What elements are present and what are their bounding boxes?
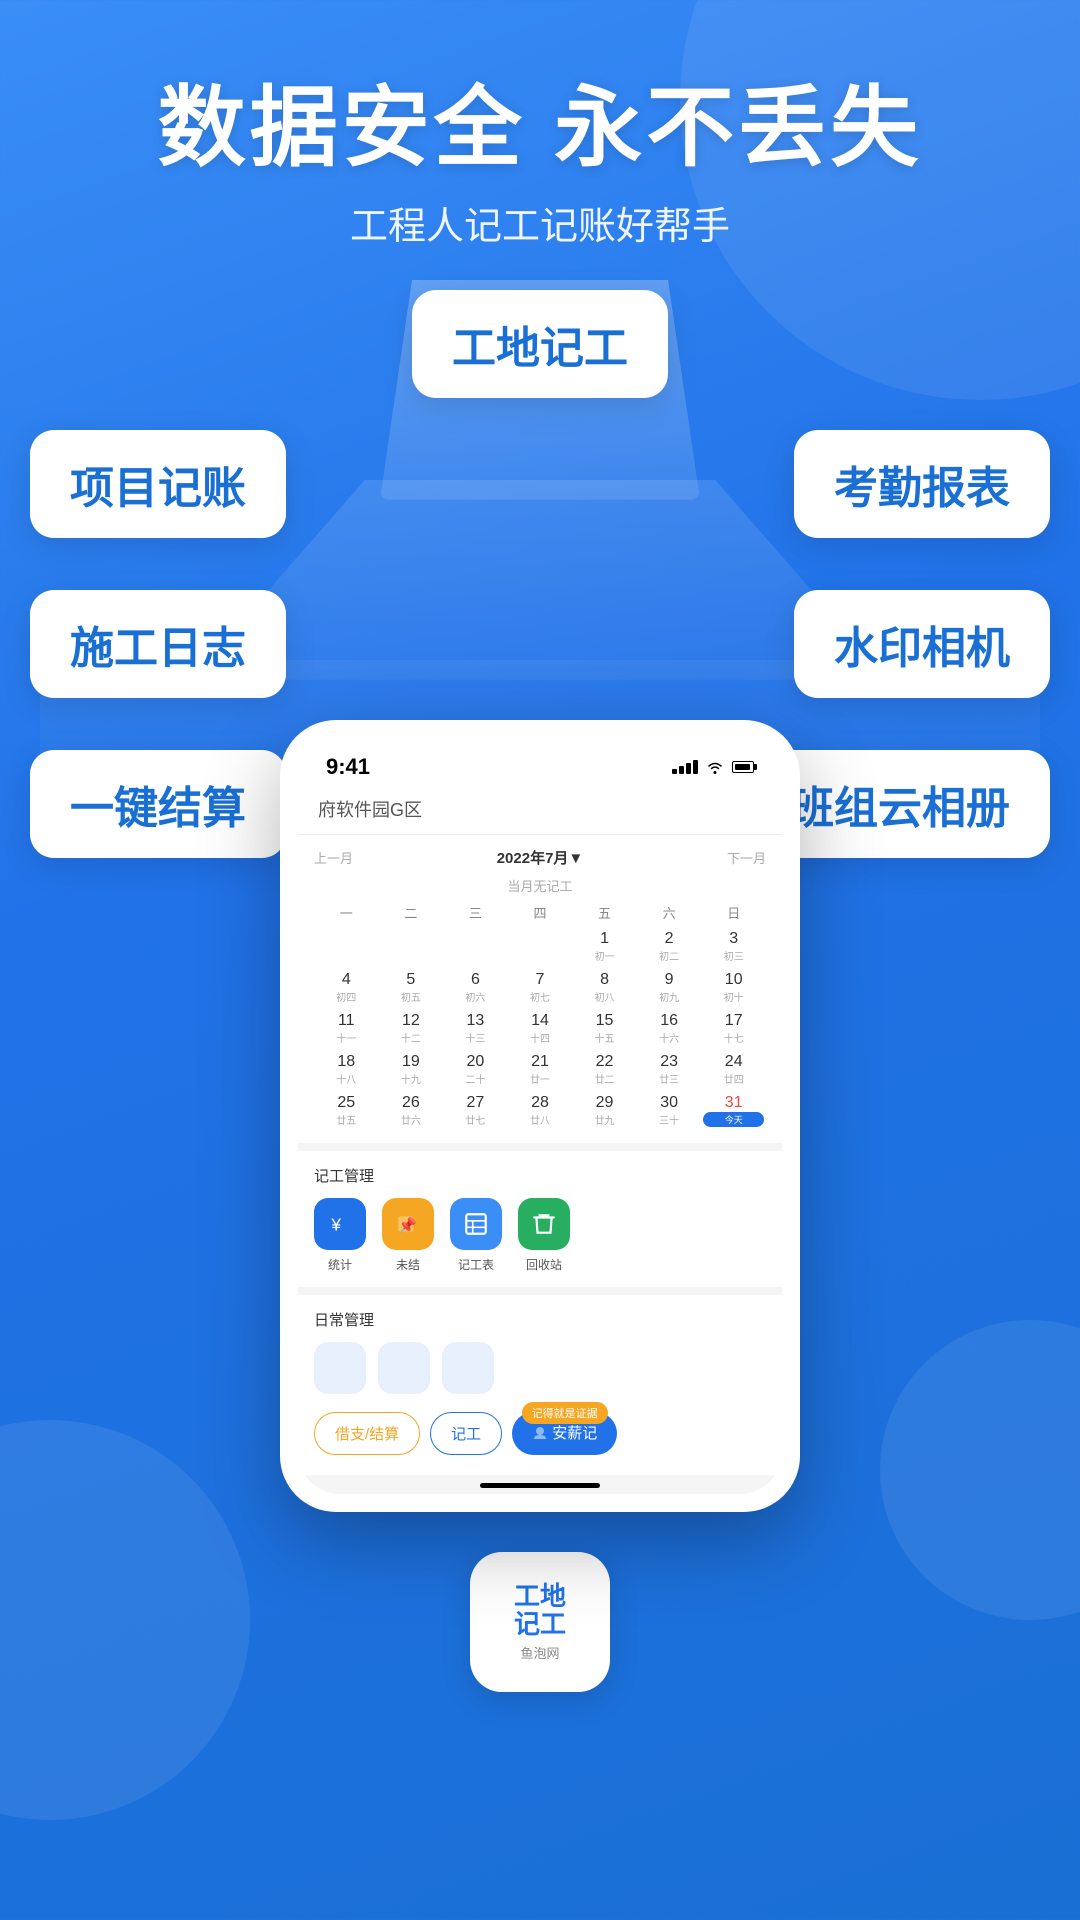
prev-month-btn[interactable]: 上一月 [314, 848, 353, 867]
mgmt-item-table[interactable]: 记工表 [450, 1198, 502, 1273]
cal-day-31-today[interactable]: 31 今天 [701, 1090, 766, 1131]
trash-icon [518, 1198, 570, 1250]
home-indicator [480, 1483, 600, 1488]
work-mgmt-icons: ¥ 统计 📌 未结 [314, 1198, 766, 1273]
feature-btn-attendance[interactable]: 考勤报表 [794, 430, 1050, 538]
app-icon[interactable]: 工地 记工 鱼泡网 [470, 1552, 610, 1692]
svg-text:📌: 📌 [398, 1215, 417, 1234]
stats-label: 统计 [328, 1256, 352, 1273]
cal-day-9[interactable]: 9初九 [637, 967, 702, 1008]
phone-body: 9:41 [280, 720, 800, 1512]
record-work-btn[interactable]: 记工 [430, 1412, 502, 1455]
stats-icon: ¥ [314, 1198, 366, 1250]
subtitle: 工程人记工记账好帮手 [0, 195, 1080, 250]
cal-day-11[interactable]: 11十一 [314, 1008, 379, 1049]
daily-management-section: 日常管理 [298, 1295, 782, 1402]
battery-icon [732, 761, 754, 773]
svg-text:¥: ¥ [330, 1214, 341, 1234]
cal-day-21[interactable]: 21廿一 [508, 1049, 573, 1090]
signal-icon [672, 760, 698, 774]
mgmt-item-stats[interactable]: ¥ 统计 [314, 1198, 366, 1273]
calendar-nav: 上一月 2022年7月▼ 下一月 [314, 847, 766, 868]
calendar-days: 1初一 2初二 3初三 4初四 5初五 6初六 7初七 8初八 9初九 10初十… [314, 926, 766, 1131]
cal-day-26[interactable]: 26廿六 [379, 1090, 444, 1131]
location-text: 府软件园G区 [318, 800, 422, 820]
cal-day-20[interactable]: 20二十 [443, 1049, 508, 1090]
unpaid-label: 未结 [396, 1256, 420, 1273]
status-time: 9:41 [326, 754, 370, 780]
mgmt-item-trash[interactable]: 回收站 [518, 1198, 570, 1273]
calendar-title[interactable]: 2022年7月▼ [497, 847, 584, 868]
work-mgmt-title: 记工管理 [314, 1165, 766, 1186]
feature-btn-diary[interactable]: 施工日志 [30, 590, 286, 698]
cal-day-30[interactable]: 30三十 [637, 1090, 702, 1131]
cal-day-6[interactable]: 6初六 [443, 967, 508, 1008]
cal-day-28[interactable]: 28廿八 [508, 1090, 573, 1131]
cal-day-23[interactable]: 23廿三 [637, 1049, 702, 1090]
daily-icon-3 [442, 1342, 494, 1394]
phone-mockup: 9:41 [0, 720, 1080, 1512]
app-location-header: 府软件园G区 [298, 788, 782, 835]
phone-screen: 9:41 [298, 738, 782, 1494]
wifi-icon [706, 760, 724, 774]
table-icon [450, 1198, 502, 1250]
cal-day-25[interactable]: 25廿五 [314, 1090, 379, 1131]
no-record-text: 当月无记工 [314, 876, 766, 895]
feature-btn-watermark[interactable]: 水印相机 [794, 590, 1050, 698]
status-bar: 9:41 [298, 738, 782, 788]
trash-label: 回收站 [526, 1256, 562, 1273]
cal-day-10[interactable]: 10初十 [701, 967, 766, 1008]
cal-day-16[interactable]: 16十六 [637, 1008, 702, 1049]
feature-btn-center-top[interactable]: 工地记工 [412, 290, 668, 398]
mgmt-item-unpaid[interactable]: 📌 未结 [382, 1198, 434, 1273]
cal-day-19[interactable]: 19十九 [379, 1049, 444, 1090]
daily-icon-1 [314, 1342, 366, 1394]
unpaid-icon: 📌 [382, 1198, 434, 1250]
table-label: 记工表 [458, 1256, 494, 1273]
cal-day-17[interactable]: 17十七 [701, 1008, 766, 1049]
cal-day-22[interactable]: 22廿二 [572, 1049, 637, 1090]
cal-day-15[interactable]: 15十五 [572, 1008, 637, 1049]
work-management-section: 记工管理 ¥ 统计 [298, 1151, 782, 1287]
cal-day-3[interactable]: 3初三 [701, 926, 766, 967]
calendar-weekdays: 一 二 三 四 五 六 日 [314, 903, 766, 922]
cal-day-12[interactable]: 12十二 [379, 1008, 444, 1049]
ansalary-badge: 记得就是证据 [522, 1402, 608, 1424]
user-icon [532, 1425, 548, 1441]
cal-day-7[interactable]: 7初七 [508, 967, 573, 1008]
cal-day-18[interactable]: 18十八 [314, 1049, 379, 1090]
cal-day-13[interactable]: 13十三 [443, 1008, 508, 1049]
funnel-middle [190, 480, 890, 680]
borrow-settlement-btn[interactable]: 借支/结算 [314, 1412, 420, 1455]
cal-day-14[interactable]: 14十四 [508, 1008, 573, 1049]
action-bar: 借支/结算 记工 记得就是证据 安薪记 [298, 1402, 782, 1475]
page-header: 数据安全 永不丢失 工程人记工记账好帮手 [0, 0, 1080, 280]
daily-icon-2 [378, 1342, 430, 1394]
cal-day-27[interactable]: 27廿七 [443, 1090, 508, 1131]
status-icons [672, 760, 754, 774]
next-month-btn[interactable]: 下一月 [727, 848, 766, 867]
calendar-section: 上一月 2022年7月▼ 下一月 当月无记工 一 二 三 四 五 六 日 [298, 835, 782, 1143]
cal-day-4[interactable]: 4初四 [314, 967, 379, 1008]
ansalary-label: 安薪记 [552, 1422, 597, 1443]
cal-day-8[interactable]: 8初八 [572, 967, 637, 1008]
cal-day-24[interactable]: 24廿四 [701, 1049, 766, 1090]
ansalary-btn[interactable]: 记得就是证据 安薪记 [512, 1412, 617, 1455]
cal-day-2[interactable]: 2初二 [637, 926, 702, 967]
daily-mgmt-title: 日常管理 [314, 1309, 766, 1330]
cal-day-1[interactable]: 1初一 [572, 926, 637, 967]
cal-day-5[interactable]: 5初五 [379, 967, 444, 1008]
app-icon-sub: 鱼泡网 [520, 1643, 559, 1662]
main-title: 数据安全 永不丢失 [0, 80, 1080, 177]
cal-day-29[interactable]: 29廿九 [572, 1090, 637, 1131]
app-icon-text: 工地 记工 [514, 1582, 566, 1639]
feature-btn-project[interactable]: 项目记账 [30, 430, 286, 538]
